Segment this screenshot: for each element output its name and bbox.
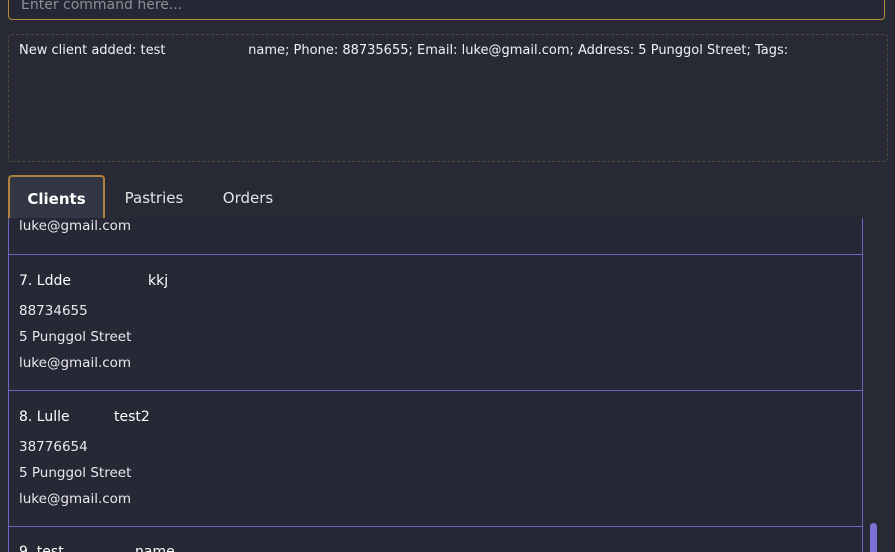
client-tag: kkj: [148, 273, 169, 289]
command-input[interactable]: [19, 0, 873, 21]
tab-orders[interactable]: Orders: [216, 175, 280, 218]
client-phone: 38776654: [19, 439, 88, 455]
tab-clients[interactable]: Clients: [8, 175, 105, 218]
client-address: 5 Punggol Street: [19, 329, 132, 345]
result-display[interactable]: New client added: test name; Phone: 8873…: [8, 34, 888, 162]
client-address: 5 Punggol Street: [19, 465, 132, 481]
client-phone: 88734655: [19, 303, 88, 319]
client-name: 7. Ldde: [19, 273, 71, 289]
client-card[interactable]: luke@gmail.com: [9, 218, 862, 254]
client-name: 8. Lulle: [19, 409, 70, 425]
client-name: 9. test: [19, 544, 64, 552]
app-window: New client added: test name; Phone: 8873…: [0, 0, 895, 552]
result-message: New client added: test name; Phone: 8873…: [19, 43, 789, 58]
tab-pastries[interactable]: Pastries: [120, 175, 188, 218]
client-card[interactable]: 8. Lulle test2 38776654 5 Punggol Street…: [9, 390, 862, 526]
client-card[interactable]: 7. Ldde kkj 88734655 5 Punggol Street lu…: [9, 254, 862, 390]
client-card[interactable]: 9. test name: [9, 526, 862, 552]
client-list[interactable]: luke@gmail.com 7. Ldde kkj 88734655 5 Pu…: [8, 218, 863, 552]
command-box: [8, 0, 885, 21]
client-email: luke@gmail.com: [19, 355, 132, 371]
client-tag: name: [135, 544, 175, 552]
client-email: luke@gmail.com: [19, 218, 132, 234]
list-scrollbar-thumb[interactable]: [870, 523, 877, 552]
client-email: luke@gmail.com: [19, 491, 132, 507]
client-tag: test2: [114, 409, 150, 425]
